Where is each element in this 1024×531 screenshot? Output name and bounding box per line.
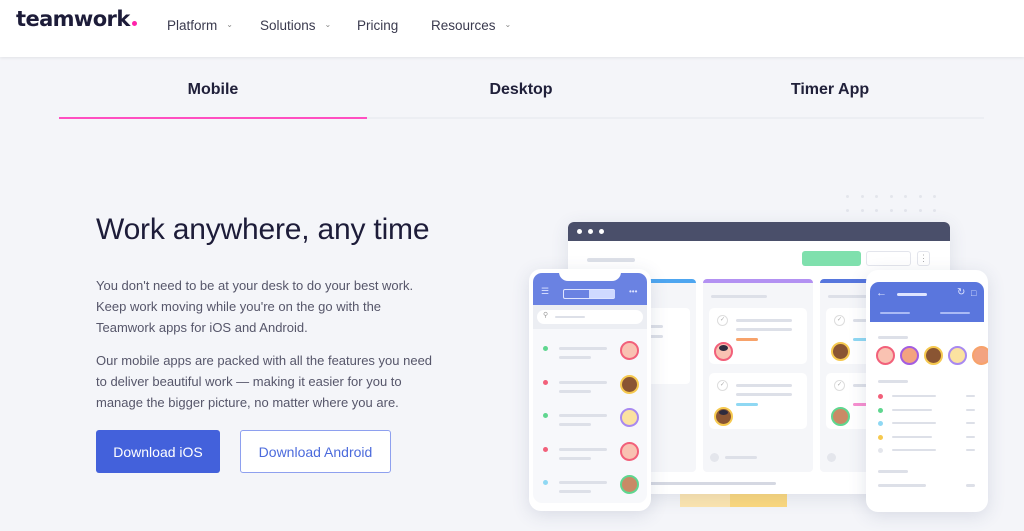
avatar: [620, 441, 639, 461]
avatar: [831, 407, 850, 426]
avatar: [620, 341, 639, 360]
task-card: ✓: [709, 308, 807, 364]
check-icon: ✓: [834, 380, 845, 391]
search-field: ⚲: [537, 310, 643, 324]
check-icon: ✓: [717, 315, 728, 326]
hero-paragraph-2: Our mobile apps are packed with all the …: [96, 353, 433, 410]
placeholder-line: [587, 258, 635, 262]
decor-block: [730, 494, 787, 507]
avatar: [831, 342, 850, 361]
window-dot-icon: [577, 229, 582, 234]
board-column: ✓ ✓: [703, 279, 813, 472]
status-dot-icon: [543, 446, 548, 452]
hero-title: Work anywhere, any time: [96, 213, 430, 246]
search-icon: ⚲: [543, 312, 549, 319]
outline-button: [866, 251, 911, 266]
more-icon: ⋮: [917, 251, 930, 266]
add-icon: [827, 453, 836, 462]
list-item: [533, 475, 647, 503]
avatar: [900, 346, 919, 365]
active-tab-indicator: [59, 117, 367, 119]
list-item: [533, 441, 647, 474]
window-dot-icon: [599, 229, 604, 234]
check-icon: ✓: [717, 380, 728, 391]
green-button: [802, 251, 861, 266]
tab-timer-app[interactable]: Timer App: [676, 81, 984, 99]
phone-app-header: ← ↻ □: [870, 282, 984, 322]
avatar: [948, 346, 967, 365]
logo-dot-icon: [131, 21, 137, 26]
avatar: [972, 346, 988, 365]
avatar: [714, 342, 733, 361]
status-dot-icon: [543, 346, 548, 351]
status-dot-icon: [543, 379, 548, 385]
list-item: [866, 448, 988, 458]
add-icon: [710, 453, 719, 462]
phone-mockup-right: ← ↻ □: [866, 270, 988, 512]
phone-mockup-left: ☰ ••• ⚲: [529, 269, 651, 511]
list-item: [533, 408, 647, 440]
tab-mobile[interactable]: Mobile: [59, 81, 367, 99]
avatar: [620, 408, 639, 427]
refresh-icon: ↻: [957, 287, 966, 298]
window-title-bar: [568, 222, 950, 241]
status-dot-icon: [878, 394, 883, 399]
status-dot-icon: [878, 421, 883, 426]
list-item: [866, 407, 988, 418]
hero-paragraph-1: You don't need to be at your desk to do …: [96, 278, 414, 335]
avatar: [876, 346, 895, 365]
menu-icon: ☰: [541, 286, 550, 296]
chevron-down-icon: ⌄: [324, 20, 332, 29]
chevron-down-icon: ⌄: [226, 20, 233, 29]
segmented-toggle: [563, 289, 615, 299]
phone-notch: [559, 273, 621, 281]
nav-pricing[interactable]: Pricing: [357, 18, 398, 33]
list-item: [533, 374, 647, 407]
task-card: ✓: [709, 373, 807, 429]
status-dot-icon: [543, 413, 548, 418]
window-dot-icon: [588, 229, 593, 234]
nav-platform[interactable]: Platform ⌄: [167, 18, 233, 33]
back-arrow-icon: ←: [876, 287, 887, 299]
status-dot-icon: [878, 407, 883, 413]
list-item: [866, 434, 988, 445]
scrollbar: [648, 482, 776, 485]
nav-resources[interactable]: Resources ⌄: [431, 18, 511, 33]
avatar: [714, 407, 733, 426]
status-dot-icon: [878, 434, 883, 440]
chevron-down-icon: ⌄: [504, 20, 512, 29]
avatar: [620, 475, 639, 494]
status-dot-icon: [543, 480, 548, 485]
download-android-button[interactable]: Download Android: [240, 430, 391, 473]
status-dot-icon: [878, 448, 883, 453]
platform-tabs: Mobile Desktop Timer App: [59, 58, 984, 119]
site-header: teamwork Platform ⌄ Solutions ⌄ Pricing Re…: [0, 0, 1024, 57]
more-icon: •••: [629, 287, 638, 296]
list-item: [533, 341, 647, 373]
avatar: [924, 346, 943, 365]
decor-block: [680, 494, 730, 507]
avatar: [620, 374, 639, 394]
tab-desktop[interactable]: Desktop: [367, 81, 675, 99]
check-icon: ✓: [834, 315, 845, 326]
download-ios-button[interactable]: Download iOS: [96, 430, 220, 473]
teamwork-logo[interactable]: teamwork: [16, 7, 137, 31]
list-item: [866, 394, 988, 404]
phone-app-header: ☰ •••: [533, 273, 647, 305]
bookmark-icon: □: [971, 288, 977, 298]
nav-solutions[interactable]: Solutions ⌄: [260, 18, 331, 33]
list-item: [866, 421, 988, 431]
